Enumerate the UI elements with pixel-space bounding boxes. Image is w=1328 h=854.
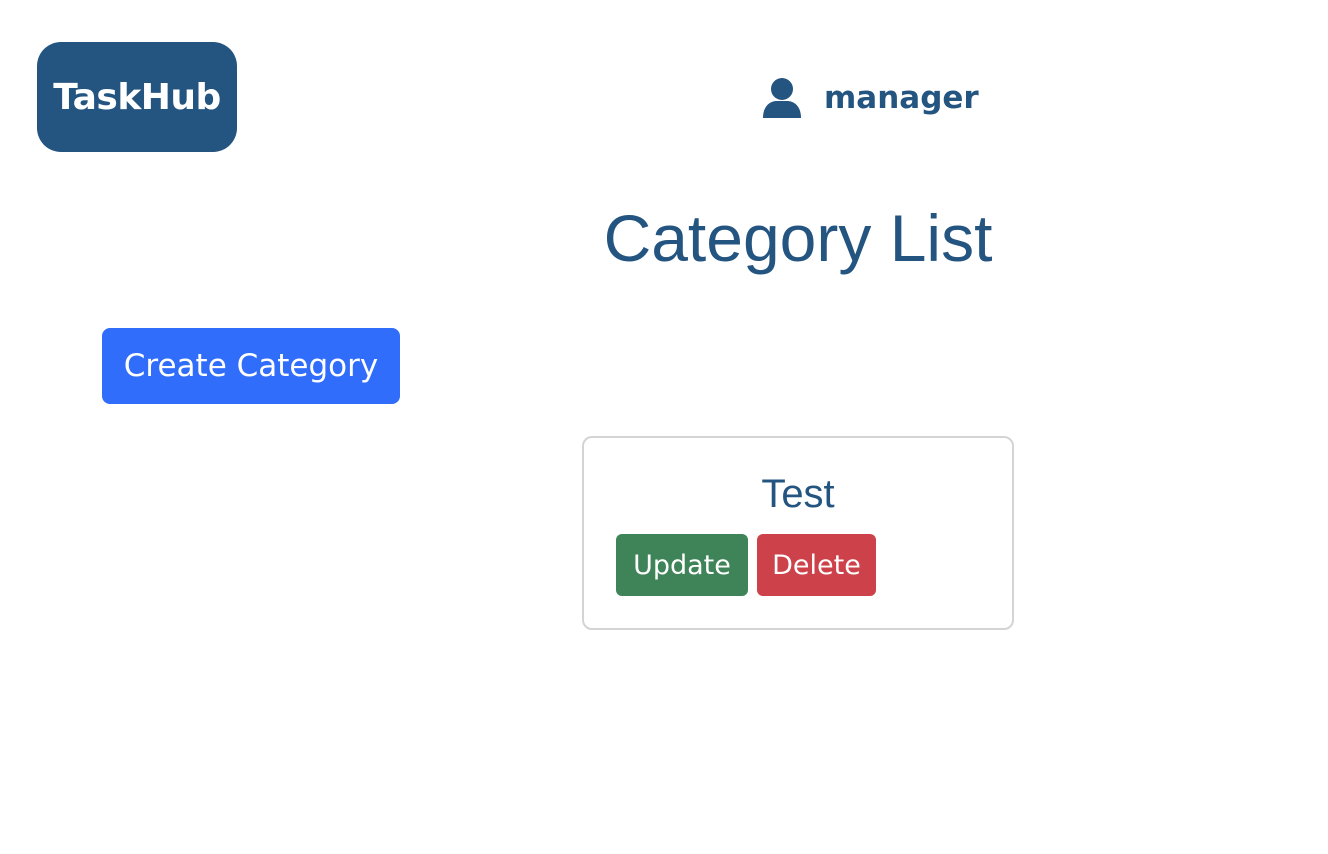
app-logo-text: TaskHub — [53, 76, 221, 118]
category-name: Test — [761, 472, 835, 516]
delete-button[interactable]: Delete — [757, 534, 876, 596]
user-icon — [762, 77, 802, 119]
category-card: Test Update Delete — [582, 436, 1014, 630]
username: manager — [824, 80, 979, 116]
user-menu[interactable]: manager — [762, 74, 979, 122]
category-actions: Update Delete — [616, 534, 876, 596]
page: TaskHub manager Category List Create Cat… — [0, 0, 1328, 854]
page-title: Category List — [603, 201, 993, 275]
create-category-button[interactable]: Create Category — [102, 328, 400, 404]
app-logo[interactable]: TaskHub — [37, 42, 237, 152]
update-button[interactable]: Update — [616, 534, 748, 596]
